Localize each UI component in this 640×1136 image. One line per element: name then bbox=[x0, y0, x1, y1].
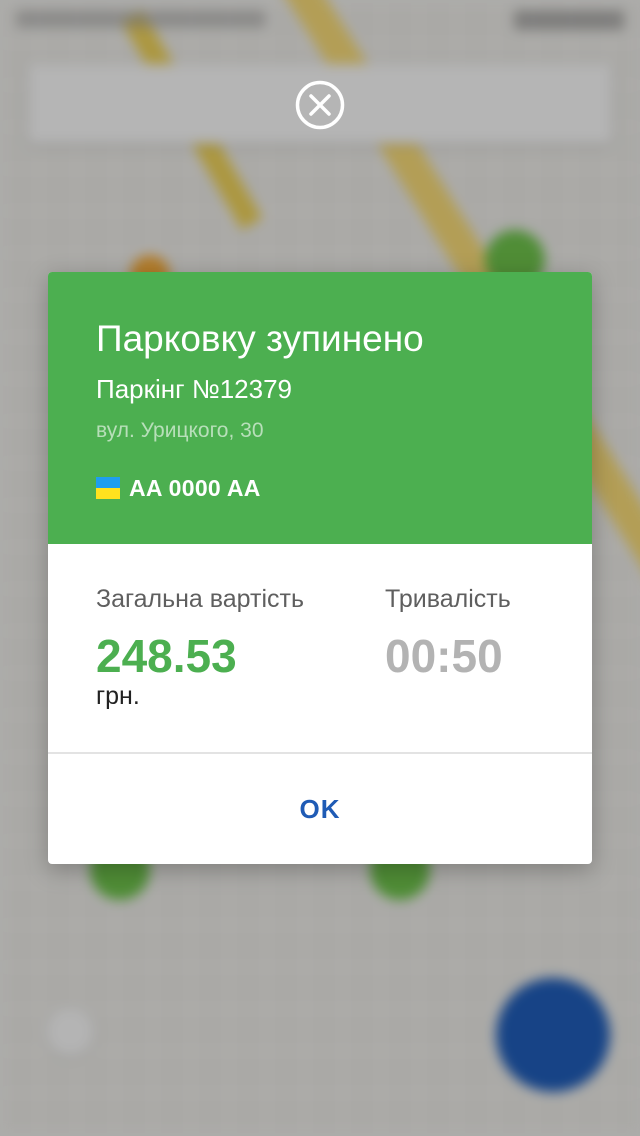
parking-stopped-dialog: Парковку зупинено Паркінг №12379 вул. Ур… bbox=[48, 272, 592, 864]
duration-label: Тривалість bbox=[385, 585, 511, 613]
license-plate: AA 0000 AA bbox=[96, 474, 261, 502]
currency-label: грн. bbox=[96, 682, 140, 710]
ok-button[interactable]: OK bbox=[48, 754, 592, 864]
parking-address: вул. Урицкого, 30 bbox=[96, 419, 264, 442]
total-cost-label: Загальна вартість bbox=[96, 585, 304, 613]
dialog-header: Парковку зупинено Паркінг №12379 вул. Ур… bbox=[48, 272, 592, 544]
parking-name: Паркінг №12379 bbox=[96, 374, 293, 404]
plate-number: AA 0000 AA bbox=[129, 474, 261, 501]
ukraine-flag-icon bbox=[96, 477, 120, 499]
screen: Парковку зупинено Паркінг №12379 вул. Ур… bbox=[0, 0, 640, 1136]
close-circle-icon bbox=[295, 80, 345, 130]
close-button[interactable] bbox=[294, 79, 346, 131]
duration-value: 00:50 bbox=[385, 630, 503, 682]
total-cost-value: 248.53 bbox=[96, 630, 237, 682]
dialog-title: Парковку зупинено bbox=[96, 318, 424, 359]
